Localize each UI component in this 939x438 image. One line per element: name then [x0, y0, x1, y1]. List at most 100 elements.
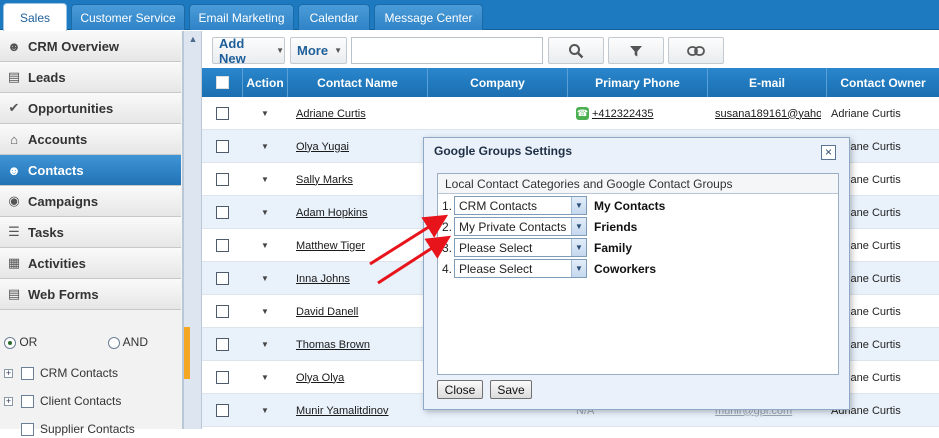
expand-icon[interactable]: +	[4, 396, 13, 406]
row-checkbox-cell	[216, 262, 236, 295]
filter-button[interactable]	[608, 37, 664, 64]
chevron-down-icon[interactable]: ▼	[261, 241, 269, 250]
header-contact-name[interactable]: Contact Name	[288, 68, 428, 97]
or-radio[interactable]	[4, 336, 16, 349]
contact-name-link[interactable]: Inna Johns	[296, 273, 350, 285]
more-button[interactable]: More ▼	[290, 37, 347, 64]
search-input[interactable]	[351, 37, 543, 64]
header-contact-owner[interactable]: Contact Owner	[827, 68, 939, 97]
row-checkbox[interactable]	[216, 371, 229, 384]
header-email[interactable]: E-mail	[708, 68, 827, 97]
category-item[interactable]: + CRM Contacts	[4, 364, 179, 382]
sidebar-item-leads[interactable]: ▤ Leads	[0, 62, 181, 93]
close-button-label: Close	[444, 382, 476, 397]
link-icon	[687, 45, 705, 56]
chevron-down-icon[interactable]: ▼	[261, 142, 269, 151]
row-checkbox[interactable]	[216, 239, 229, 252]
row-checkbox-cell	[216, 229, 236, 262]
chevron-down-icon[interactable]: ▼	[261, 175, 269, 184]
chevron-down-icon[interactable]: ▼	[261, 208, 269, 217]
mapping-row-4: 4. Please Select ▼ Coworkers	[442, 259, 656, 278]
local-category-select[interactable]: My Private Contacts ▼	[454, 217, 587, 236]
or-radio-group[interactable]: OR	[4, 335, 37, 349]
tab-email-marketing[interactable]: Email Marketing	[189, 4, 294, 30]
row-checkbox[interactable]	[216, 107, 229, 120]
and-radio[interactable]	[108, 336, 120, 349]
phone-link[interactable]: +412322435	[592, 108, 653, 120]
contact-name-link[interactable]: Olya Olya	[296, 372, 344, 384]
contact-name-link[interactable]: Adam Hopkins	[296, 207, 368, 219]
save-button[interactable]: Save	[490, 380, 532, 399]
chevron-down-icon[interactable]: ▼	[261, 274, 269, 283]
mapping-number: 4.	[442, 261, 453, 276]
close-button[interactable]: Close	[437, 380, 483, 399]
phone-icon[interactable]: ☎	[576, 107, 589, 120]
contact-name-cell: Olya Yugai	[296, 130, 426, 163]
row-checkbox[interactable]	[216, 173, 229, 186]
chevron-down-icon[interactable]: ▼	[261, 307, 269, 316]
sidebar-item-tasks[interactable]: ☰ Tasks	[0, 217, 181, 248]
local-category-select[interactable]: CRM Contacts ▼	[454, 196, 587, 215]
tab-calendar[interactable]: Calendar	[298, 4, 370, 30]
sidebar-item-web-forms[interactable]: ▤ Web Forms	[0, 279, 181, 310]
list-icon: ☰	[8, 224, 20, 239]
sidebar-item-opportunities[interactable]: ✔ Opportunities	[0, 93, 181, 124]
sidebar-item-activities[interactable]: ▦ Activities	[0, 248, 181, 279]
header-select-all[interactable]	[202, 68, 243, 97]
sidebar-item-label: Accounts	[28, 131, 88, 147]
tab-message-center[interactable]: Message Center	[374, 4, 483, 30]
chevron-down-icon[interactable]: ▼	[571, 239, 586, 256]
select-all-checkbox[interactable]	[215, 76, 229, 89]
local-category-select[interactable]: Please Select ▼	[454, 238, 587, 257]
email-link[interactable]: susana189161@yahoo	[715, 108, 821, 120]
collapse-handle[interactable]	[184, 327, 190, 379]
category-checkbox[interactable]	[21, 394, 34, 408]
chevron-down-icon[interactable]: ▼	[571, 197, 586, 214]
row-checkbox[interactable]	[216, 404, 229, 417]
column-header: Company	[470, 75, 525, 90]
tab-sales[interactable]: Sales	[3, 3, 67, 31]
sidebar-item-campaigns[interactable]: ◉ Campaigns	[0, 186, 181, 217]
category-item[interactable]: + Client Contacts	[4, 392, 179, 410]
chevron-down-icon[interactable]: ▼	[261, 109, 269, 118]
table-row[interactable]: ▼ Adriane Curtis ☎ +412322435 susana189161@y…	[202, 97, 939, 130]
local-category-select[interactable]: Please Select ▼	[454, 259, 587, 278]
sidebar-item-accounts[interactable]: ⌂ Accounts	[0, 124, 181, 155]
header-company[interactable]: Company	[428, 68, 568, 97]
contact-name-link[interactable]: Munir Yamalitdinov	[296, 405, 389, 417]
reset-button[interactable]	[668, 37, 724, 64]
category-checkbox[interactable]	[21, 422, 34, 436]
contact-name-link[interactable]: Thomas Brown	[296, 339, 370, 351]
sidebar-item-contacts[interactable]: ☻ Contacts	[0, 155, 181, 186]
header-primary-phone[interactable]: Primary Phone	[568, 68, 708, 97]
category-checkbox[interactable]	[21, 366, 34, 380]
expand-icon[interactable]: +	[4, 368, 13, 378]
close-icon[interactable]: ×	[821, 145, 836, 160]
sidebar-item-crm-overview[interactable]: ☻ CRM Overview	[0, 31, 181, 62]
tab-customer-service[interactable]: Customer Service	[71, 4, 185, 30]
and-radio-group[interactable]: AND	[108, 335, 148, 349]
chevron-down-icon[interactable]: ▼	[571, 218, 586, 235]
add-new-button[interactable]: Add New ▼	[212, 36, 285, 66]
row-checkbox[interactable]	[216, 272, 229, 285]
contact-name-link[interactable]: Sally Marks	[296, 174, 353, 186]
scroll-up-icon[interactable]: ▲	[187, 34, 199, 46]
category-item[interactable]: + Supplier Contacts	[4, 420, 179, 438]
chevron-down-icon[interactable]: ▼	[571, 260, 586, 277]
row-action-cell: ▼	[261, 97, 273, 130]
search-button[interactable]	[548, 37, 604, 64]
company-cell	[430, 97, 566, 130]
row-checkbox[interactable]	[216, 338, 229, 351]
sidebar-splitter[interactable]: ▲	[183, 31, 202, 429]
chevron-down-icon[interactable]: ▼	[261, 373, 269, 382]
row-checkbox[interactable]	[216, 140, 229, 153]
chevron-down-icon[interactable]: ▼	[261, 406, 269, 415]
mapping-panel-header: Local Contact Categories and Google Cont…	[438, 174, 838, 194]
contact-name-link[interactable]: Olya Yugai	[296, 141, 349, 153]
chevron-down-icon[interactable]: ▼	[261, 340, 269, 349]
contact-name-link[interactable]: David Danell	[296, 306, 358, 318]
row-checkbox[interactable]	[216, 305, 229, 318]
row-checkbox[interactable]	[216, 206, 229, 219]
contact-name-link[interactable]: Matthew Tiger	[296, 240, 365, 252]
contact-name-link[interactable]: Adriane Curtis	[296, 108, 366, 120]
